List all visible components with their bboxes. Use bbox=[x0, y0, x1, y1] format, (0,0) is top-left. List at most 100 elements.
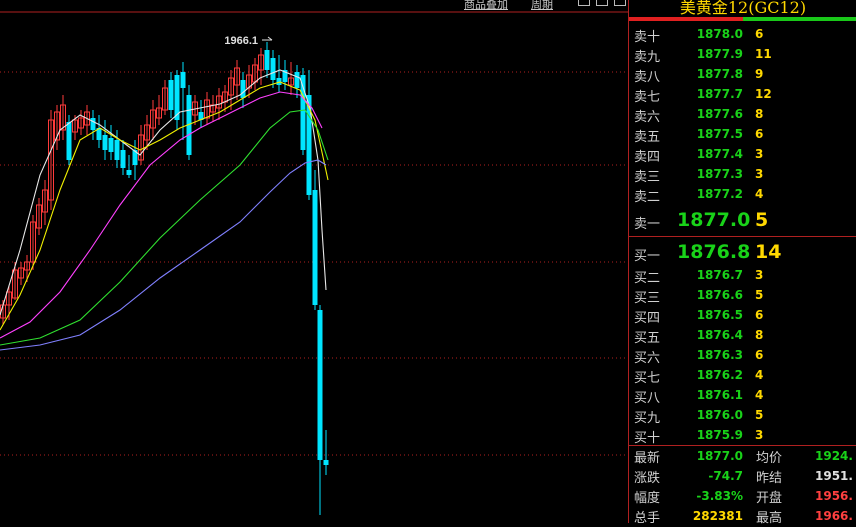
bid-qty: 6 bbox=[755, 308, 764, 322]
high-price-label: 1966.1 bbox=[224, 35, 258, 47]
bid-row[interactable]: 买七 1876.2 4 bbox=[629, 365, 856, 386]
candle-body bbox=[312, 190, 318, 305]
bid-price: 1876.6 bbox=[696, 288, 743, 302]
quote-panel: 美黄金12(GC12) 卖十 1878.0 6 卖九 1877.9 11 卖八 1877.8 9… bbox=[628, 0, 856, 526]
avg-value: 1924. bbox=[815, 449, 853, 463]
bid-price: 1876.5 bbox=[696, 308, 743, 322]
high-value: 1966. bbox=[815, 509, 853, 523]
bid-row[interactable]: 买一 1876.8 14 bbox=[629, 239, 856, 264]
latest-value: 1877.0 bbox=[696, 449, 743, 463]
bid-level-label: 买三 bbox=[634, 291, 661, 306]
bid-row[interactable]: 买九 1876.0 5 bbox=[629, 405, 856, 426]
avg-label: 均价 bbox=[756, 451, 783, 466]
bid-price: 1876.2 bbox=[696, 368, 743, 382]
overlay-link[interactable]: 商品叠加 bbox=[464, 0, 508, 12]
ask-price: 1877.8 bbox=[696, 67, 743, 81]
candle-body bbox=[66, 122, 72, 160]
ask-qty: 3 bbox=[755, 167, 764, 181]
candle-body bbox=[270, 58, 276, 80]
ask-row[interactable]: 卖三 1877.3 3 bbox=[629, 164, 856, 185]
bid-level-label: 买四 bbox=[634, 311, 661, 326]
ask-qty: 3 bbox=[755, 147, 764, 161]
ask-row[interactable]: 卖九 1877.9 11 bbox=[629, 44, 856, 65]
bid-row[interactable]: 买三 1876.6 5 bbox=[629, 285, 856, 306]
candle-body bbox=[90, 118, 96, 130]
high-label: 最高 bbox=[756, 511, 783, 526]
bid-qty: 5 bbox=[755, 288, 764, 302]
instrument-title: 美黄金12(GC12) bbox=[679, 0, 807, 17]
ask-price: 1877.3 bbox=[696, 167, 743, 181]
bid-row[interactable]: 买二 1876.7 3 bbox=[629, 265, 856, 286]
ask-level-label: 卖三 bbox=[634, 170, 661, 185]
bid-price: 1876.8 bbox=[677, 241, 751, 263]
bid-price: 1875.9 bbox=[696, 428, 743, 442]
change-label: 涨跌 bbox=[634, 471, 661, 486]
bid-row[interactable]: 买五 1876.4 8 bbox=[629, 325, 856, 346]
candle-body bbox=[264, 50, 270, 70]
ask-level-label: 卖二 bbox=[634, 190, 661, 205]
period-link[interactable]: 周期 bbox=[531, 0, 553, 12]
ask-level-label: 卖一 bbox=[634, 217, 661, 232]
window-button-1[interactable] bbox=[578, 0, 590, 6]
ask-row[interactable]: 卖五 1877.5 6 bbox=[629, 124, 856, 145]
candle-body bbox=[323, 460, 329, 465]
latest-label: 最新 bbox=[634, 451, 661, 466]
candle-body bbox=[276, 78, 282, 85]
bid-row[interactable]: 买十 1875.9 3 bbox=[629, 425, 856, 446]
bid-price: 1876.7 bbox=[696, 268, 743, 282]
ask-level-label: 卖九 bbox=[634, 50, 661, 65]
kline-chart[interactable]: 1966.1 bbox=[0, 0, 628, 523]
bid-price: 1876.3 bbox=[696, 348, 743, 362]
ask-level-label: 卖六 bbox=[634, 110, 661, 125]
title-bar-red bbox=[629, 17, 743, 21]
bid-price: 1876.1 bbox=[696, 388, 743, 402]
bid-row[interactable]: 买八 1876.1 4 bbox=[629, 385, 856, 406]
candle-body bbox=[317, 310, 323, 460]
divider bbox=[629, 445, 856, 446]
kline-svg: 1966.1 bbox=[0, 11, 628, 515]
ask-row[interactable]: 卖八 1877.8 9 bbox=[629, 64, 856, 85]
bid-qty: 4 bbox=[755, 388, 764, 402]
moving-average-ma2 bbox=[0, 81, 329, 331]
ask-qty: 9 bbox=[755, 67, 764, 81]
ask-row[interactable]: 卖一 1877.0 5 bbox=[629, 207, 856, 232]
ask-price: 1877.6 bbox=[696, 107, 743, 121]
ask-level-label: 卖五 bbox=[634, 130, 661, 145]
prev-settle-label: 昨结 bbox=[756, 471, 783, 486]
bid-qty: 8 bbox=[755, 328, 764, 342]
ask-price: 1877.2 bbox=[696, 187, 743, 201]
ask-row[interactable]: 卖二 1877.2 4 bbox=[629, 184, 856, 205]
ask-qty: 4 bbox=[755, 187, 764, 201]
bid-level-label: 买七 bbox=[634, 371, 661, 386]
ask-price: 1878.0 bbox=[696, 27, 743, 41]
ask-qty: 5 bbox=[755, 209, 769, 231]
bid-qty: 3 bbox=[755, 428, 764, 442]
ask-row[interactable]: 卖四 1877.4 3 bbox=[629, 144, 856, 165]
pct-value: -3.83% bbox=[696, 489, 743, 503]
divider bbox=[629, 236, 856, 237]
bid-level-label: 买八 bbox=[634, 391, 661, 406]
bid-price: 1876.0 bbox=[696, 408, 743, 422]
bid-qty: 5 bbox=[755, 408, 764, 422]
bid-row[interactable]: 买六 1876.3 6 bbox=[629, 345, 856, 366]
candle-body bbox=[114, 140, 120, 160]
title-bar-green bbox=[743, 17, 856, 21]
ask-qty: 12 bbox=[755, 87, 772, 101]
bid-qty: 14 bbox=[755, 241, 782, 263]
candle-body bbox=[240, 80, 246, 98]
window-button-3[interactable] bbox=[614, 0, 626, 6]
volume-label: 总手 bbox=[634, 511, 661, 526]
bid-price: 1876.4 bbox=[696, 328, 743, 342]
candle-body bbox=[294, 72, 300, 88]
ask-qty: 8 bbox=[755, 107, 764, 121]
ask-qty: 11 bbox=[755, 47, 772, 61]
bid-level-label: 买一 bbox=[634, 249, 661, 264]
ask-row[interactable]: 卖十 1878.0 6 bbox=[629, 24, 856, 45]
window-button-2[interactable] bbox=[596, 0, 608, 6]
ask-row[interactable]: 卖六 1877.6 8 bbox=[629, 104, 856, 125]
bid-row[interactable]: 买四 1876.5 6 bbox=[629, 305, 856, 326]
candle-body bbox=[102, 135, 108, 150]
ask-price: 1877.7 bbox=[696, 87, 743, 101]
ask-level-label: 卖七 bbox=[634, 90, 661, 105]
ask-row[interactable]: 卖七 1877.7 12 bbox=[629, 84, 856, 105]
